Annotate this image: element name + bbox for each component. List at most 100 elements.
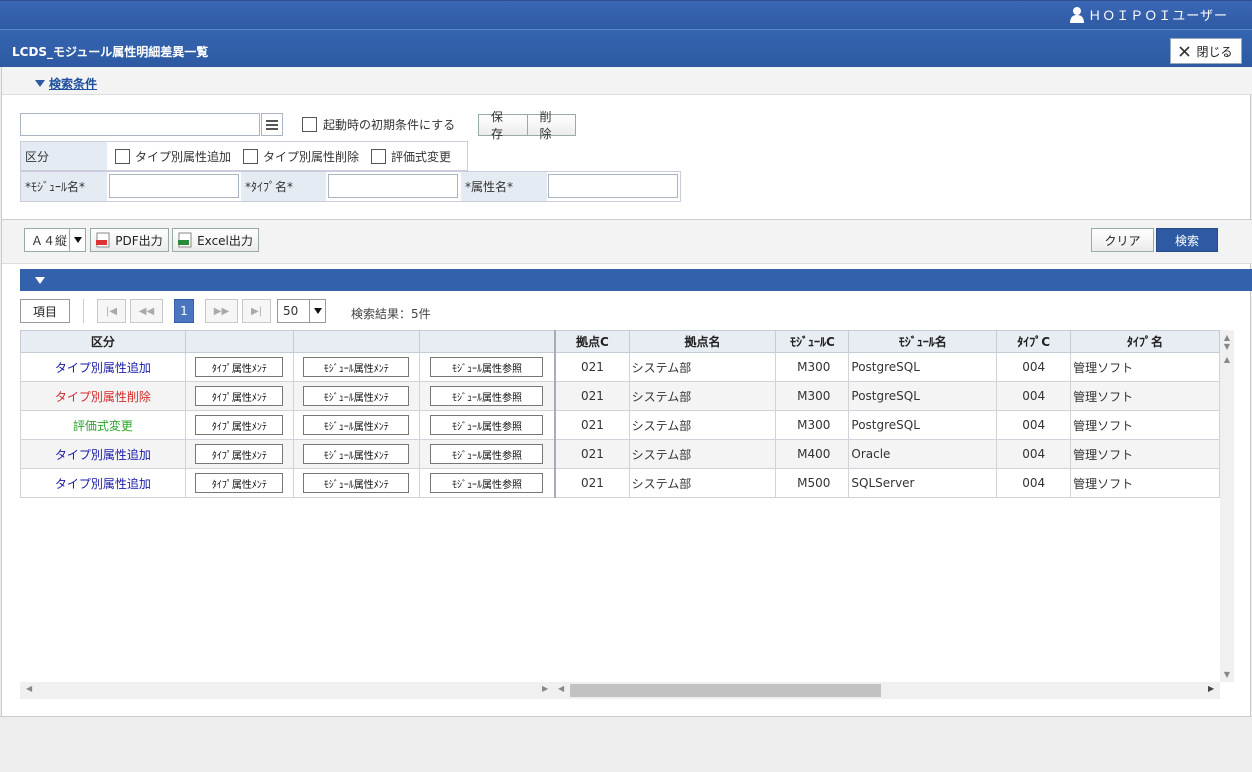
pager-bar: 項目 |◀ ◀◀ 1 ▶▶ ▶| 50 検索結果：5件 (20, 296, 1252, 326)
scroll-right-arrow-icon[interactable]: ▶ (1208, 684, 1214, 693)
module-name-cell: PostgreSQL (848, 381, 998, 411)
save-button[interactable]: 保存 (479, 110, 527, 141)
kubun-row: 区分 タイプ別属性追加 タイプ別属性削除 評価式変更 (20, 141, 468, 171)
horizontal-scrollbar[interactable]: ◀ ▶ ◀ ▶ (20, 682, 1220, 699)
action-cell: ﾀｲﾌﾟ属性ﾒﾝﾃ (184, 381, 294, 411)
result-count: 検索結果：5件 (351, 307, 431, 321)
kyoten-code-cell: 021 (554, 439, 630, 469)
kyoten-name-cell: システム部 (628, 439, 777, 469)
module-attr-ref-button[interactable]: ﾓｼﾞｭｰﾙ属性参照 (430, 357, 544, 377)
items-button[interactable]: 項目 (20, 299, 70, 323)
kubun-option-change[interactable]: 評価式変更 (371, 148, 451, 165)
scroll-up-icon[interactable]: ▲ ▼ (1220, 330, 1234, 351)
scroll-left-arrow-icon[interactable]: ◀ (558, 684, 564, 693)
chevron-down-icon (69, 229, 85, 251)
action-cell: ﾀｲﾌﾟ属性ﾒﾝﾃ (184, 410, 294, 440)
top-bar: ＨＯＩＰＯＩユーザー (0, 0, 1252, 29)
first-page-icon: |◀ (105, 305, 118, 317)
page-size-select[interactable]: 50 (277, 299, 326, 323)
module-attr-maint-button[interactable]: ﾓｼﾞｭｰﾙ属性ﾒﾝﾃ (303, 357, 410, 377)
user-name: ＨＯＩＰＯＩユーザー (1088, 9, 1228, 24)
column-header: ﾀｲﾌﾟ名 (1070, 330, 1220, 353)
paper-size-select[interactable]: Ａ４縦 (24, 228, 86, 252)
column-header: 拠点名 (628, 330, 777, 353)
type-code-cell: 004 (996, 439, 1072, 469)
close-button[interactable]: 閉じる (1170, 38, 1242, 64)
scroll-left-arrow-icon[interactable]: ◀ (26, 684, 32, 693)
type-attr-maint-button[interactable]: ﾀｲﾌﾟ属性ﾒﾝﾃ (195, 444, 284, 464)
clear-button[interactable]: クリア (1091, 228, 1154, 252)
prev-page-button[interactable]: ◀◀ (130, 299, 163, 323)
action-cell: ﾓｼﾞｭｰﾙ属性参照 (418, 410, 556, 440)
kyoten-code-cell: 021 (554, 381, 630, 411)
user-menu[interactable]: ＨＯＩＰＯＩユーザー (1070, 5, 1228, 24)
module-attr-maint-button[interactable]: ﾓｼﾞｭｰﾙ属性ﾒﾝﾃ (303, 415, 410, 435)
horizontal-scroll-thumb[interactable] (570, 684, 881, 697)
module-code-cell: M300 (775, 410, 850, 440)
module-attr-ref-button[interactable]: ﾓｼﾞｭｰﾙ属性参照 (430, 444, 544, 464)
module-attr-maint-button[interactable]: ﾓｼﾞｭｰﾙ属性ﾒﾝﾃ (303, 444, 410, 464)
table-row[interactable]: タイプ別属性追加 ﾀｲﾌﾟ属性ﾒﾝﾃ ﾓｼﾞｭｰﾙ属性ﾒﾝﾃ ﾓｼﾞｭｰﾙ属性参照 02… (20, 352, 1220, 382)
kubun-options: タイプ別属性追加 タイプ別属性削除 評価式変更 (107, 142, 451, 170)
preset-name-input[interactable] (20, 113, 260, 136)
kyoten-name-cell: システム部 (628, 381, 777, 411)
chevron-down-icon (309, 300, 325, 322)
checkbox-box[interactable] (302, 117, 317, 132)
table-row[interactable]: タイプ別属性削除 ﾀｲﾌﾟ属性ﾒﾝﾃ ﾓｼﾞｭｰﾙ属性ﾒﾝﾃ ﾓｼﾞｭｰﾙ属性参照 02… (20, 381, 1220, 411)
page-title: LCDS_モジュール属性明細差異一覧 (12, 45, 209, 59)
type-attr-maint-button[interactable]: ﾀｲﾌﾟ属性ﾒﾝﾃ (195, 386, 284, 406)
module-attr-ref-button[interactable]: ﾓｼﾞｭｰﾙ属性参照 (430, 473, 544, 493)
search-button[interactable]: 検索 (1156, 228, 1218, 252)
page-size-value: 50 (283, 304, 299, 318)
triangle-down-icon (35, 277, 45, 284)
last-page-icon: ▶| (250, 305, 263, 317)
module-attr-ref-button[interactable]: ﾓｼﾞｭｰﾙ属性参照 (430, 415, 544, 435)
next-page-button[interactable]: ▶▶ (205, 299, 238, 323)
kubun-option-delete[interactable]: タイプ別属性削除 (243, 148, 359, 165)
search-condition-toggle[interactable]: 検索条件 (35, 75, 97, 92)
table-row[interactable]: 評価式変更 ﾀｲﾌﾟ属性ﾒﾝﾃ ﾓｼﾞｭｰﾙ属性ﾒﾝﾃ ﾓｼﾞｭｰﾙ属性参照 021 シス… (20, 410, 1220, 440)
type-attr-maint-button[interactable]: ﾀｲﾌﾟ属性ﾒﾝﾃ (195, 415, 284, 435)
initial-condition-checkbox[interactable]: 起動時の初期条件にする (302, 116, 455, 133)
scroll-up-arrow-icon[interactable]: ▲ (1220, 355, 1234, 364)
action-cell: ﾓｼﾞｭｰﾙ属性ﾒﾝﾃ (292, 352, 420, 382)
module-attr-ref-button[interactable]: ﾓｼﾞｭｰﾙ属性参照 (430, 386, 544, 406)
page-number-current[interactable]: 1 (174, 299, 194, 323)
pdf-export-button[interactable]: PDF出力 (90, 228, 169, 252)
delete-button[interactable]: 削除 (526, 110, 576, 141)
scroll-down-arrow-icon[interactable]: ▼ (1220, 670, 1234, 679)
action-cell: ﾓｼﾞｭｰﾙ属性参照 (418, 381, 556, 411)
type-attr-maint-button[interactable]: ﾀｲﾌﾟ属性ﾒﾝﾃ (195, 473, 284, 493)
action-cell: ﾓｼﾞｭｰﾙ属性ﾒﾝﾃ (292, 439, 420, 469)
module-attr-maint-button[interactable]: ﾓｼﾞｭｰﾙ属性ﾒﾝﾃ (303, 386, 410, 406)
type-name-cell: 管理ソフト (1070, 381, 1220, 411)
preset-list-button[interactable] (261, 113, 283, 136)
kyoten-code-cell: 021 (554, 468, 630, 498)
type-attr-maint-button[interactable]: ﾀｲﾌﾟ属性ﾒﾝﾃ (195, 357, 284, 377)
close-label: 閉じる (1196, 44, 1233, 59)
attr-name-input[interactable] (548, 174, 678, 198)
action-cell: ﾀｲﾌﾟ属性ﾒﾝﾃ (184, 439, 294, 469)
main-panel: 検索条件 起動時の初期条件にする 保存 削除 区分 タイプ別属性追加 タイプ別属… (1, 67, 1252, 717)
action-cell: ﾓｼﾞｭｰﾙ属性ﾒﾝﾃ (292, 381, 420, 411)
first-page-button[interactable]: |◀ (97, 299, 126, 323)
module-name-cell: SQLServer (848, 468, 998, 498)
table-row[interactable]: タイプ別属性追加 ﾀｲﾌﾟ属性ﾒﾝﾃ ﾓｼﾞｭｰﾙ属性ﾒﾝﾃ ﾓｼﾞｭｰﾙ属性参照 02… (20, 468, 1220, 498)
module-name-label: *ﾓｼﾞｭｰﾙ名* (21, 172, 107, 201)
module-attr-maint-button[interactable]: ﾓｼﾞｭｰﾙ属性ﾒﾝﾃ (303, 473, 410, 493)
module-code-cell: M500 (775, 468, 850, 498)
module-name-cell: PostgreSQL (848, 352, 998, 382)
kubun-label: 区分 (21, 142, 107, 170)
excel-export-button[interactable]: Excel出力 (172, 228, 259, 252)
scroll-right-arrow-icon[interactable]: ▶ (542, 684, 548, 693)
type-code-cell: 004 (996, 352, 1072, 382)
module-code-cell: M300 (775, 381, 850, 411)
last-page-button[interactable]: ▶| (242, 299, 271, 323)
module-name-input[interactable] (109, 174, 239, 198)
type-name-input[interactable] (328, 174, 458, 198)
kubun-option-add[interactable]: タイプ別属性追加 (115, 148, 231, 165)
table-row[interactable]: タイプ別属性追加 ﾀｲﾌﾟ属性ﾒﾝﾃ ﾓｼﾞｭｰﾙ属性ﾒﾝﾃ ﾓｼﾞｭｰﾙ属性参照 02… (20, 439, 1220, 469)
vertical-scrollbar[interactable]: ▲ ▼ ▲ ▼ (1220, 330, 1234, 682)
result-section-bar[interactable] (20, 269, 1252, 291)
paper-size-value: Ａ４縦 (31, 233, 68, 248)
